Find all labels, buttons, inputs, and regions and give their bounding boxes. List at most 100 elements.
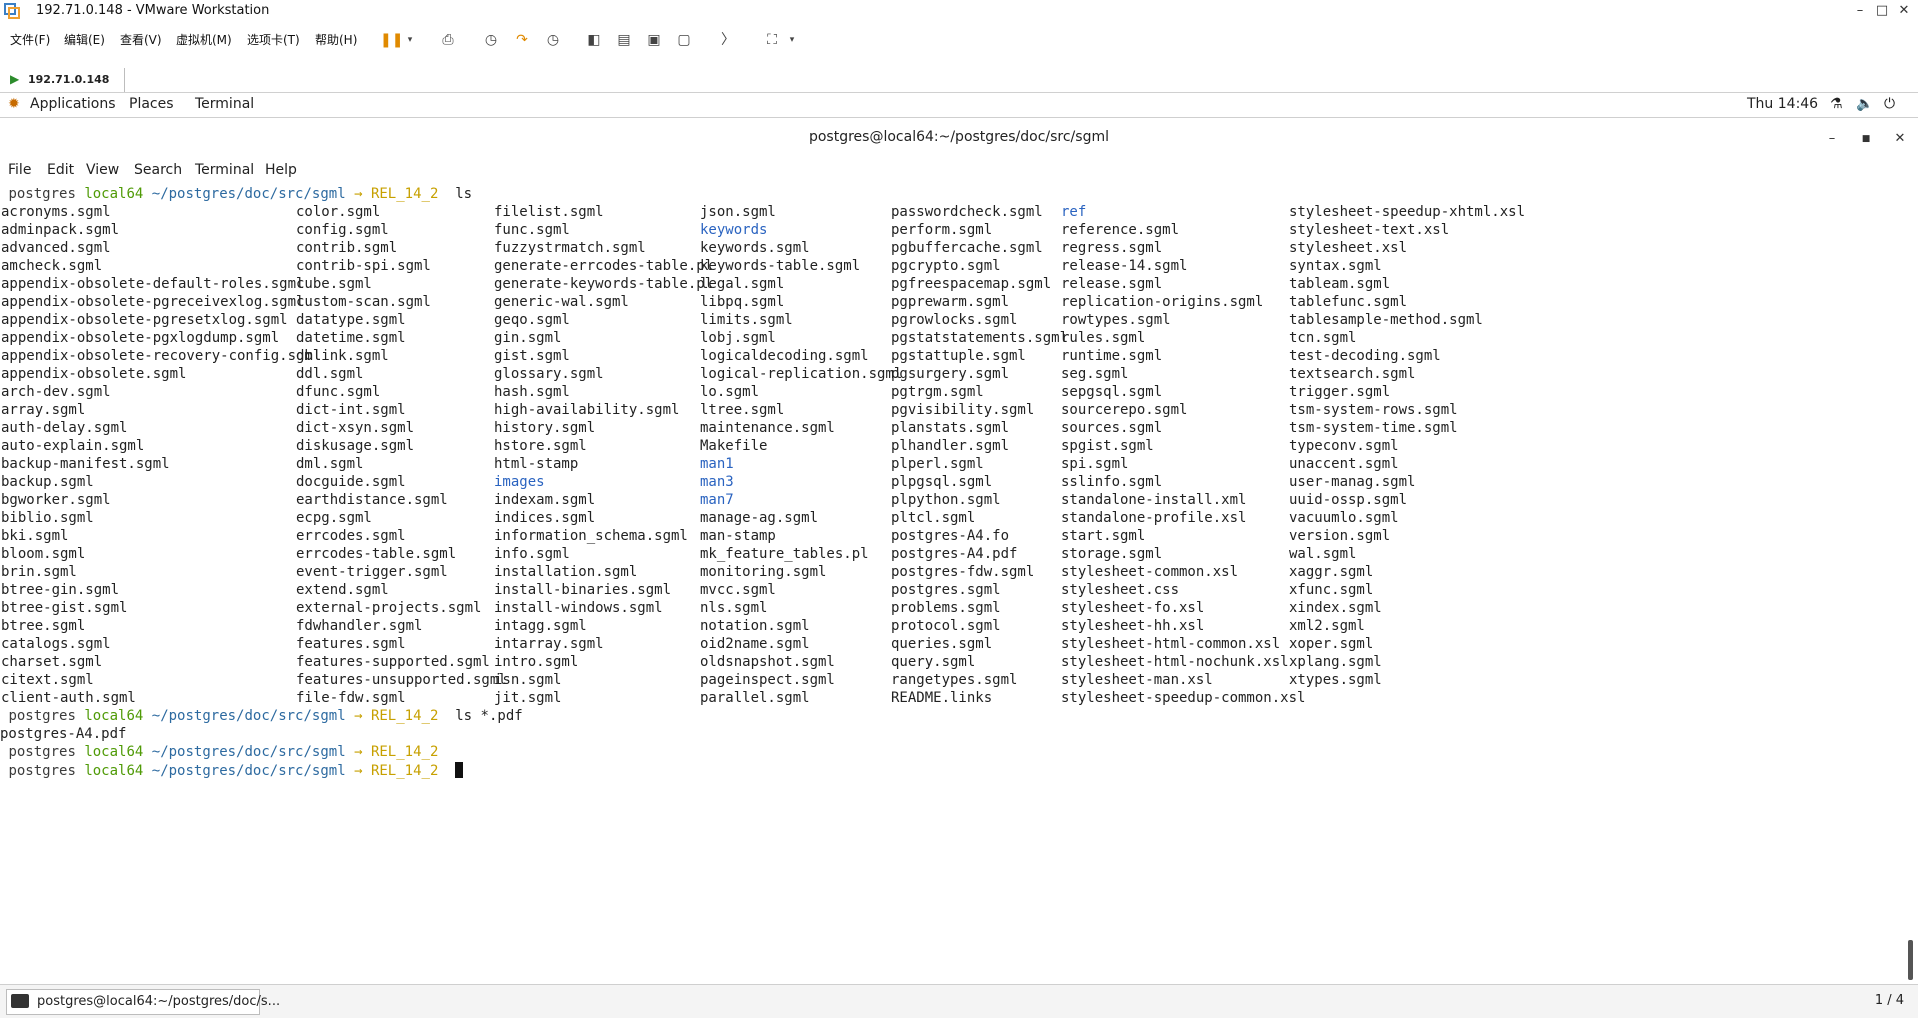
file-entry: generic-wal.sgml	[494, 294, 629, 310]
send-keys-icon[interactable]: ⎙	[438, 30, 458, 50]
snapshot-icon[interactable]: ◷	[481, 30, 501, 50]
file-entry: manage-ag.sgml	[700, 510, 819, 526]
terminal-app-menu[interactable]: Terminal	[195, 96, 254, 112]
file-entry: btree-gin.sgml	[1, 582, 120, 598]
file-entry: nls.sgml	[700, 600, 768, 616]
menu-file[interactable]: 文件(F)	[10, 31, 50, 48]
terminal-menu-file[interactable]: File	[8, 162, 31, 178]
file-entry: stylesheet-man.xsl	[1061, 672, 1213, 688]
file-entry: features.sgml	[296, 636, 406, 652]
file-entry: spi.sgml	[1061, 456, 1129, 472]
file-entry: sourcerepo.sgml	[1061, 402, 1188, 418]
prompt-user: postgres	[8, 744, 76, 760]
prompt-branch: REL_14_2	[370, 763, 439, 779]
power-icon[interactable]: ⏻	[1884, 96, 1895, 112]
menu-vm[interactable]: 虚拟机(M)	[176, 31, 232, 48]
file-entry: standalone-profile.xsl	[1061, 510, 1247, 526]
file-entry: notation.sgml	[700, 618, 810, 634]
file-entry: standalone-install.xml	[1061, 492, 1247, 508]
close-button[interactable]: ✕	[1892, 1, 1916, 21]
applications-menu[interactable]: Applications	[30, 96, 116, 112]
directory-entry: man1	[700, 456, 734, 472]
menu-view[interactable]: 查看(V)	[120, 31, 162, 48]
terminal-minimize-button[interactable]: –	[1820, 129, 1844, 149]
file-entry: rules.sgml	[1061, 330, 1146, 346]
terminal-scrollbar[interactable]	[1908, 940, 1913, 980]
file-entry: problems.sgml	[891, 600, 1001, 616]
pause-icon[interactable]: ❚❚	[380, 30, 403, 50]
unity-icon[interactable]: ▢	[674, 30, 694, 50]
file-entry: advanced.sgml	[1, 240, 111, 256]
file-entry: query.sgml	[891, 654, 976, 670]
sidebar-view-icon[interactable]: ◧	[584, 30, 604, 50]
menu-help[interactable]: 帮助(H)	[315, 31, 357, 48]
file-entry: generate-keywords-table.pl	[494, 276, 714, 292]
file-entry: btree-gist.sgml	[1, 600, 128, 616]
snapshot-manager-icon[interactable]: ◷	[543, 30, 563, 50]
taskbar-terminal-item[interactable]: postgres@local64:~/postgres/doc/s...	[6, 989, 280, 1015]
fit-guest-icon[interactable]: ▣	[644, 30, 664, 50]
terminal-menu-terminal[interactable]: Terminal	[195, 162, 254, 178]
taskbar: postgres@local64:~/postgres/doc/s... 1 /…	[0, 984, 1918, 1018]
window-title: 192.71.0.148 - VMware Workstation	[36, 3, 270, 18]
volume-icon[interactable]: 🔈	[1856, 96, 1873, 112]
file-entry: monitoring.sgml	[700, 564, 827, 580]
file-entry: dfunc.sgml	[296, 384, 381, 400]
file-entry: backup-manifest.sgml	[1, 456, 170, 472]
file-entry: indices.sgml	[494, 510, 596, 526]
file-entry: bgworker.sgml	[1, 492, 111, 508]
clock[interactable]: Thu 14:46	[1747, 96, 1818, 112]
terminal-maximize-button[interactable]: ■	[1854, 129, 1878, 149]
file-entry: test-decoding.sgml	[1289, 348, 1441, 364]
file-entry: color.sgml	[296, 204, 381, 220]
console-icon[interactable]: 〉	[718, 30, 738, 50]
file-entry: syntax.sgml	[1289, 258, 1382, 274]
file-entry: oldsnapshot.sgml	[700, 654, 835, 670]
terminal-menu-view[interactable]: View	[86, 162, 119, 178]
prompt-path: ~/postgres/doc/src/sgml	[151, 763, 346, 779]
menu-tabs[interactable]: 选项卡(T)	[247, 31, 300, 48]
file-entry: fdwhandler.sgml	[296, 618, 423, 634]
revert-snapshot-icon[interactable]: ↷	[512, 30, 532, 50]
terminal-menu-help[interactable]: Help	[265, 162, 297, 178]
file-entry: isn.sgml	[494, 672, 562, 688]
directory-entry: keywords	[700, 222, 768, 238]
file-entry: config.sgml	[296, 222, 389, 238]
places-menu[interactable]: Places	[129, 96, 174, 112]
file-entry: installation.sgml	[494, 564, 638, 580]
file-entry: stylesheet-html-nochunk.xsl	[1061, 654, 1289, 670]
file-entry: generate-errcodes-table.pl	[494, 258, 714, 274]
file-entry: plpgsql.sgml	[891, 474, 993, 490]
file-entry: stylesheet-text.xsl	[1289, 222, 1450, 238]
vm-tab-label: 192.71.0.148	[28, 73, 110, 86]
maximize-button[interactable]: □	[1870, 1, 1894, 21]
terminal-menu-search[interactable]: Search	[134, 162, 182, 178]
file-entry: tsm-system-time.sgml	[1289, 420, 1458, 436]
directory-entry: ref	[1061, 204, 1087, 220]
thumbnail-view-icon[interactable]: ▤	[614, 30, 634, 50]
applications-icon: ✹	[8, 96, 20, 112]
file-entry: features-unsupported.sgml	[296, 672, 507, 688]
chevron-down-icon[interactable]: ▾	[782, 30, 802, 50]
file-entry: intagg.sgml	[494, 618, 587, 634]
file-entry: backup.sgml	[1, 474, 94, 490]
network-icon[interactable]: ⚗	[1830, 96, 1843, 112]
terminal-close-button[interactable]: ✕	[1888, 129, 1912, 149]
file-entry: install-binaries.sgml	[494, 582, 672, 598]
file-entry: history.sgml	[494, 420, 596, 436]
vm-tab[interactable]: ▶ 192.71.0.148	[6, 68, 126, 92]
fullscreen-icon[interactable]: ⛶	[762, 30, 782, 50]
minimize-button[interactable]: –	[1848, 1, 1872, 21]
workspace-indicator[interactable]: 1 / 4	[1875, 993, 1904, 1008]
file-entry: stylesheet-html-common.xsl	[1061, 636, 1281, 652]
file-entry: README.links	[891, 690, 993, 706]
terminal-output[interactable]: postgres local64 ~/postgres/doc/src/sgml…	[0, 186, 1918, 984]
terminal-menu-edit[interactable]: Edit	[47, 162, 74, 178]
file-entry: intro.sgml	[494, 654, 579, 670]
file-entry: legal.sgml	[700, 276, 785, 292]
menu-edit[interactable]: 编辑(E)	[64, 31, 105, 48]
file-entry: release.sgml	[1061, 276, 1163, 292]
chevron-down-icon[interactable]: ▾	[400, 30, 420, 50]
file-entry: perform.sgml	[891, 222, 993, 238]
file-entry: datetime.sgml	[296, 330, 406, 346]
